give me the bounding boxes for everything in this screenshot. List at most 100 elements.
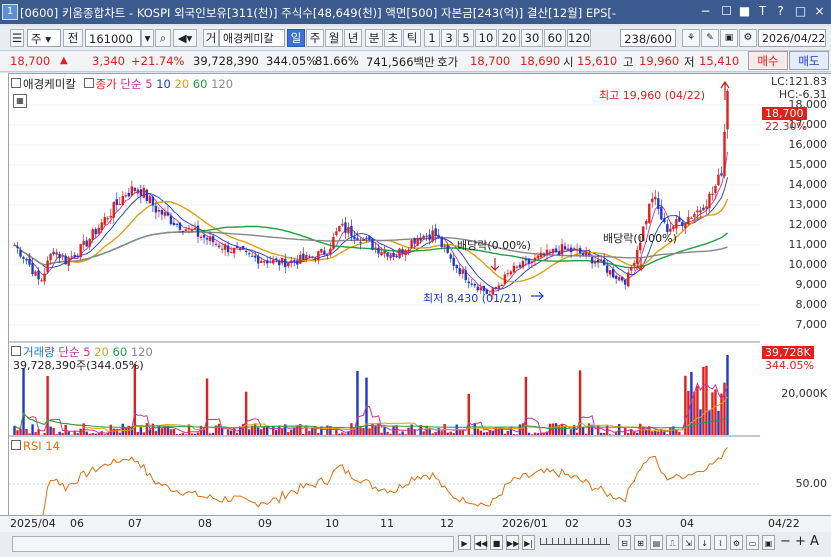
period-second[interactable]: 초 xyxy=(384,29,402,47)
mode-badge[interactable]: 거 xyxy=(203,29,219,47)
dividend-annotation-1: 배당락(0.00%) xyxy=(457,239,531,252)
period-yearly[interactable]: 년 xyxy=(344,29,362,47)
tool-a-icon[interactable]: ⊟ xyxy=(618,535,631,550)
tool-h-icon[interactable]: ⚙ xyxy=(730,535,743,550)
interval-30[interactable]: 30 xyxy=(521,29,543,47)
code-dropdown-icon[interactable]: ▾ xyxy=(141,29,154,47)
volume-bar xyxy=(142,432,146,435)
tool-e-icon[interactable]: ⇲ xyxy=(682,535,695,550)
interval-10[interactable]: 10 xyxy=(475,29,497,47)
volume-bar xyxy=(359,427,362,435)
price-tick-label: 15,000 xyxy=(788,158,828,171)
xlabel-7: 12 xyxy=(440,517,454,530)
turnover-rate: 81.66% xyxy=(315,54,359,68)
legend-toggle-icon[interactable] xyxy=(11,78,21,88)
tool-f-icon[interactable]: ↓ xyxy=(698,535,711,550)
left-gutter xyxy=(0,73,8,515)
maximize-icon[interactable]: □ xyxy=(793,4,808,19)
volume-bar xyxy=(67,431,70,435)
stop-icon[interactable]: ■ xyxy=(490,535,503,550)
tool-i-icon[interactable]: ▭ xyxy=(746,535,759,550)
candle-body xyxy=(40,280,43,282)
audio-icon[interactable]: ◀▾ xyxy=(173,29,197,47)
period-tick[interactable]: 틱 xyxy=(403,29,421,47)
volume-bar xyxy=(714,389,717,435)
tool-c-icon[interactable]: ▤ xyxy=(650,535,663,550)
candle-body xyxy=(34,271,37,276)
candle-body xyxy=(527,258,531,264)
volume-ratio: 344.05% xyxy=(266,54,318,68)
minimize-to-tray-icon[interactable]: − xyxy=(698,4,713,19)
interval-3[interactable]: 3 xyxy=(441,29,457,47)
save-icon[interactable]: ▣ xyxy=(720,29,738,47)
volume-bar xyxy=(211,432,215,435)
range-button[interactable]: 전 xyxy=(63,29,83,47)
zoom-out-icon[interactable]: − xyxy=(780,534,791,549)
zoom-in-icon[interactable]: + xyxy=(795,534,806,549)
help-icon[interactable]: ? xyxy=(773,4,788,19)
legend-ma-toggle-icon[interactable] xyxy=(83,78,94,88)
period-weekly[interactable]: 주 xyxy=(306,29,324,47)
candle-body xyxy=(596,259,600,263)
candle-body xyxy=(272,259,275,264)
horizontal-scrollbar[interactable] xyxy=(12,536,454,552)
search-icon[interactable]: ⌕ xyxy=(155,29,171,47)
period-daily[interactable]: 일 xyxy=(287,29,305,47)
tool-g-icon[interactable]: ⌇ xyxy=(714,535,727,550)
interval-5[interactable]: 5 xyxy=(458,29,474,47)
candle-body xyxy=(699,210,702,213)
tool-j-icon[interactable]: ▣ xyxy=(762,535,775,550)
candle-body xyxy=(133,187,137,191)
settings-gear-icon[interactable]: ⚙ xyxy=(739,29,757,47)
interval-60[interactable]: 60 xyxy=(544,29,566,47)
indicator-icon[interactable]: ⚘ xyxy=(682,29,700,47)
candle-body xyxy=(320,248,323,253)
xlabel-1: 06 xyxy=(70,517,84,530)
volume-bar xyxy=(617,424,621,435)
end-icon[interactable]: ▶| xyxy=(522,535,535,550)
forward-icon[interactable]: ▶▶ xyxy=(506,535,519,550)
volume-bar xyxy=(654,430,657,435)
grid-toggle-icon[interactable]: ▦ xyxy=(13,94,27,108)
interval-20[interactable]: 20 xyxy=(498,29,520,47)
sell-button[interactable]: 매도 xyxy=(789,51,829,70)
legend-ma-20: 20 xyxy=(174,77,190,91)
restore-icon[interactable]: ☐ xyxy=(719,4,734,19)
candle-body xyxy=(696,210,699,213)
candle-body xyxy=(654,196,657,200)
rsi-toggle-icon[interactable] xyxy=(11,440,21,450)
buy-button[interactable]: 매수 xyxy=(748,51,788,70)
candle-body xyxy=(172,222,176,225)
text-icon[interactable]: T xyxy=(755,4,770,19)
menu-icon[interactable]: ☰ xyxy=(10,29,24,47)
chart-area[interactable]: 애경케미칼 종가 단순 5 10 20 60 120 ▦ 최고 19,960 (… xyxy=(8,73,762,517)
price-tick-label: 10,000 xyxy=(788,258,828,271)
bar-count-field[interactable]: 238/600 xyxy=(620,29,676,47)
candle-body xyxy=(693,213,696,218)
stock-code-input[interactable]: 161000 xyxy=(85,29,141,47)
interval-120[interactable]: 120 xyxy=(567,29,591,47)
interval-1[interactable]: 1 xyxy=(424,29,440,47)
close-icon[interactable]: × xyxy=(812,4,827,19)
market-type-select[interactable]: 주 ▾ xyxy=(27,29,61,47)
volume-bar xyxy=(401,431,404,435)
period-monthly[interactable]: 월 xyxy=(325,29,343,47)
candle-body xyxy=(145,189,149,202)
date-field[interactable]: 2026/04/22 xyxy=(758,29,826,47)
candle-body xyxy=(572,248,576,251)
candle-body xyxy=(524,258,528,261)
tool-d-icon[interactable]: ⎍ xyxy=(666,535,679,550)
zoom-slider[interactable] xyxy=(540,538,610,545)
period-minute[interactable]: 분 xyxy=(365,29,383,47)
scroll-right-icon[interactable]: ▶ xyxy=(458,535,471,550)
volume-toggle-icon[interactable] xyxy=(11,346,21,356)
volume-bar xyxy=(530,434,534,435)
font-size-icon[interactable]: A xyxy=(810,534,819,549)
candle-body xyxy=(305,254,308,260)
tool-b-icon[interactable]: ⊞ xyxy=(634,535,647,550)
draw-tool-icon[interactable]: ✎ xyxy=(701,29,719,47)
low-price: 15,410 xyxy=(699,54,740,68)
rewind-icon[interactable]: ◀◀ xyxy=(474,535,487,550)
fill-icon[interactable]: ■ xyxy=(737,4,752,19)
volume-bar xyxy=(675,429,678,435)
